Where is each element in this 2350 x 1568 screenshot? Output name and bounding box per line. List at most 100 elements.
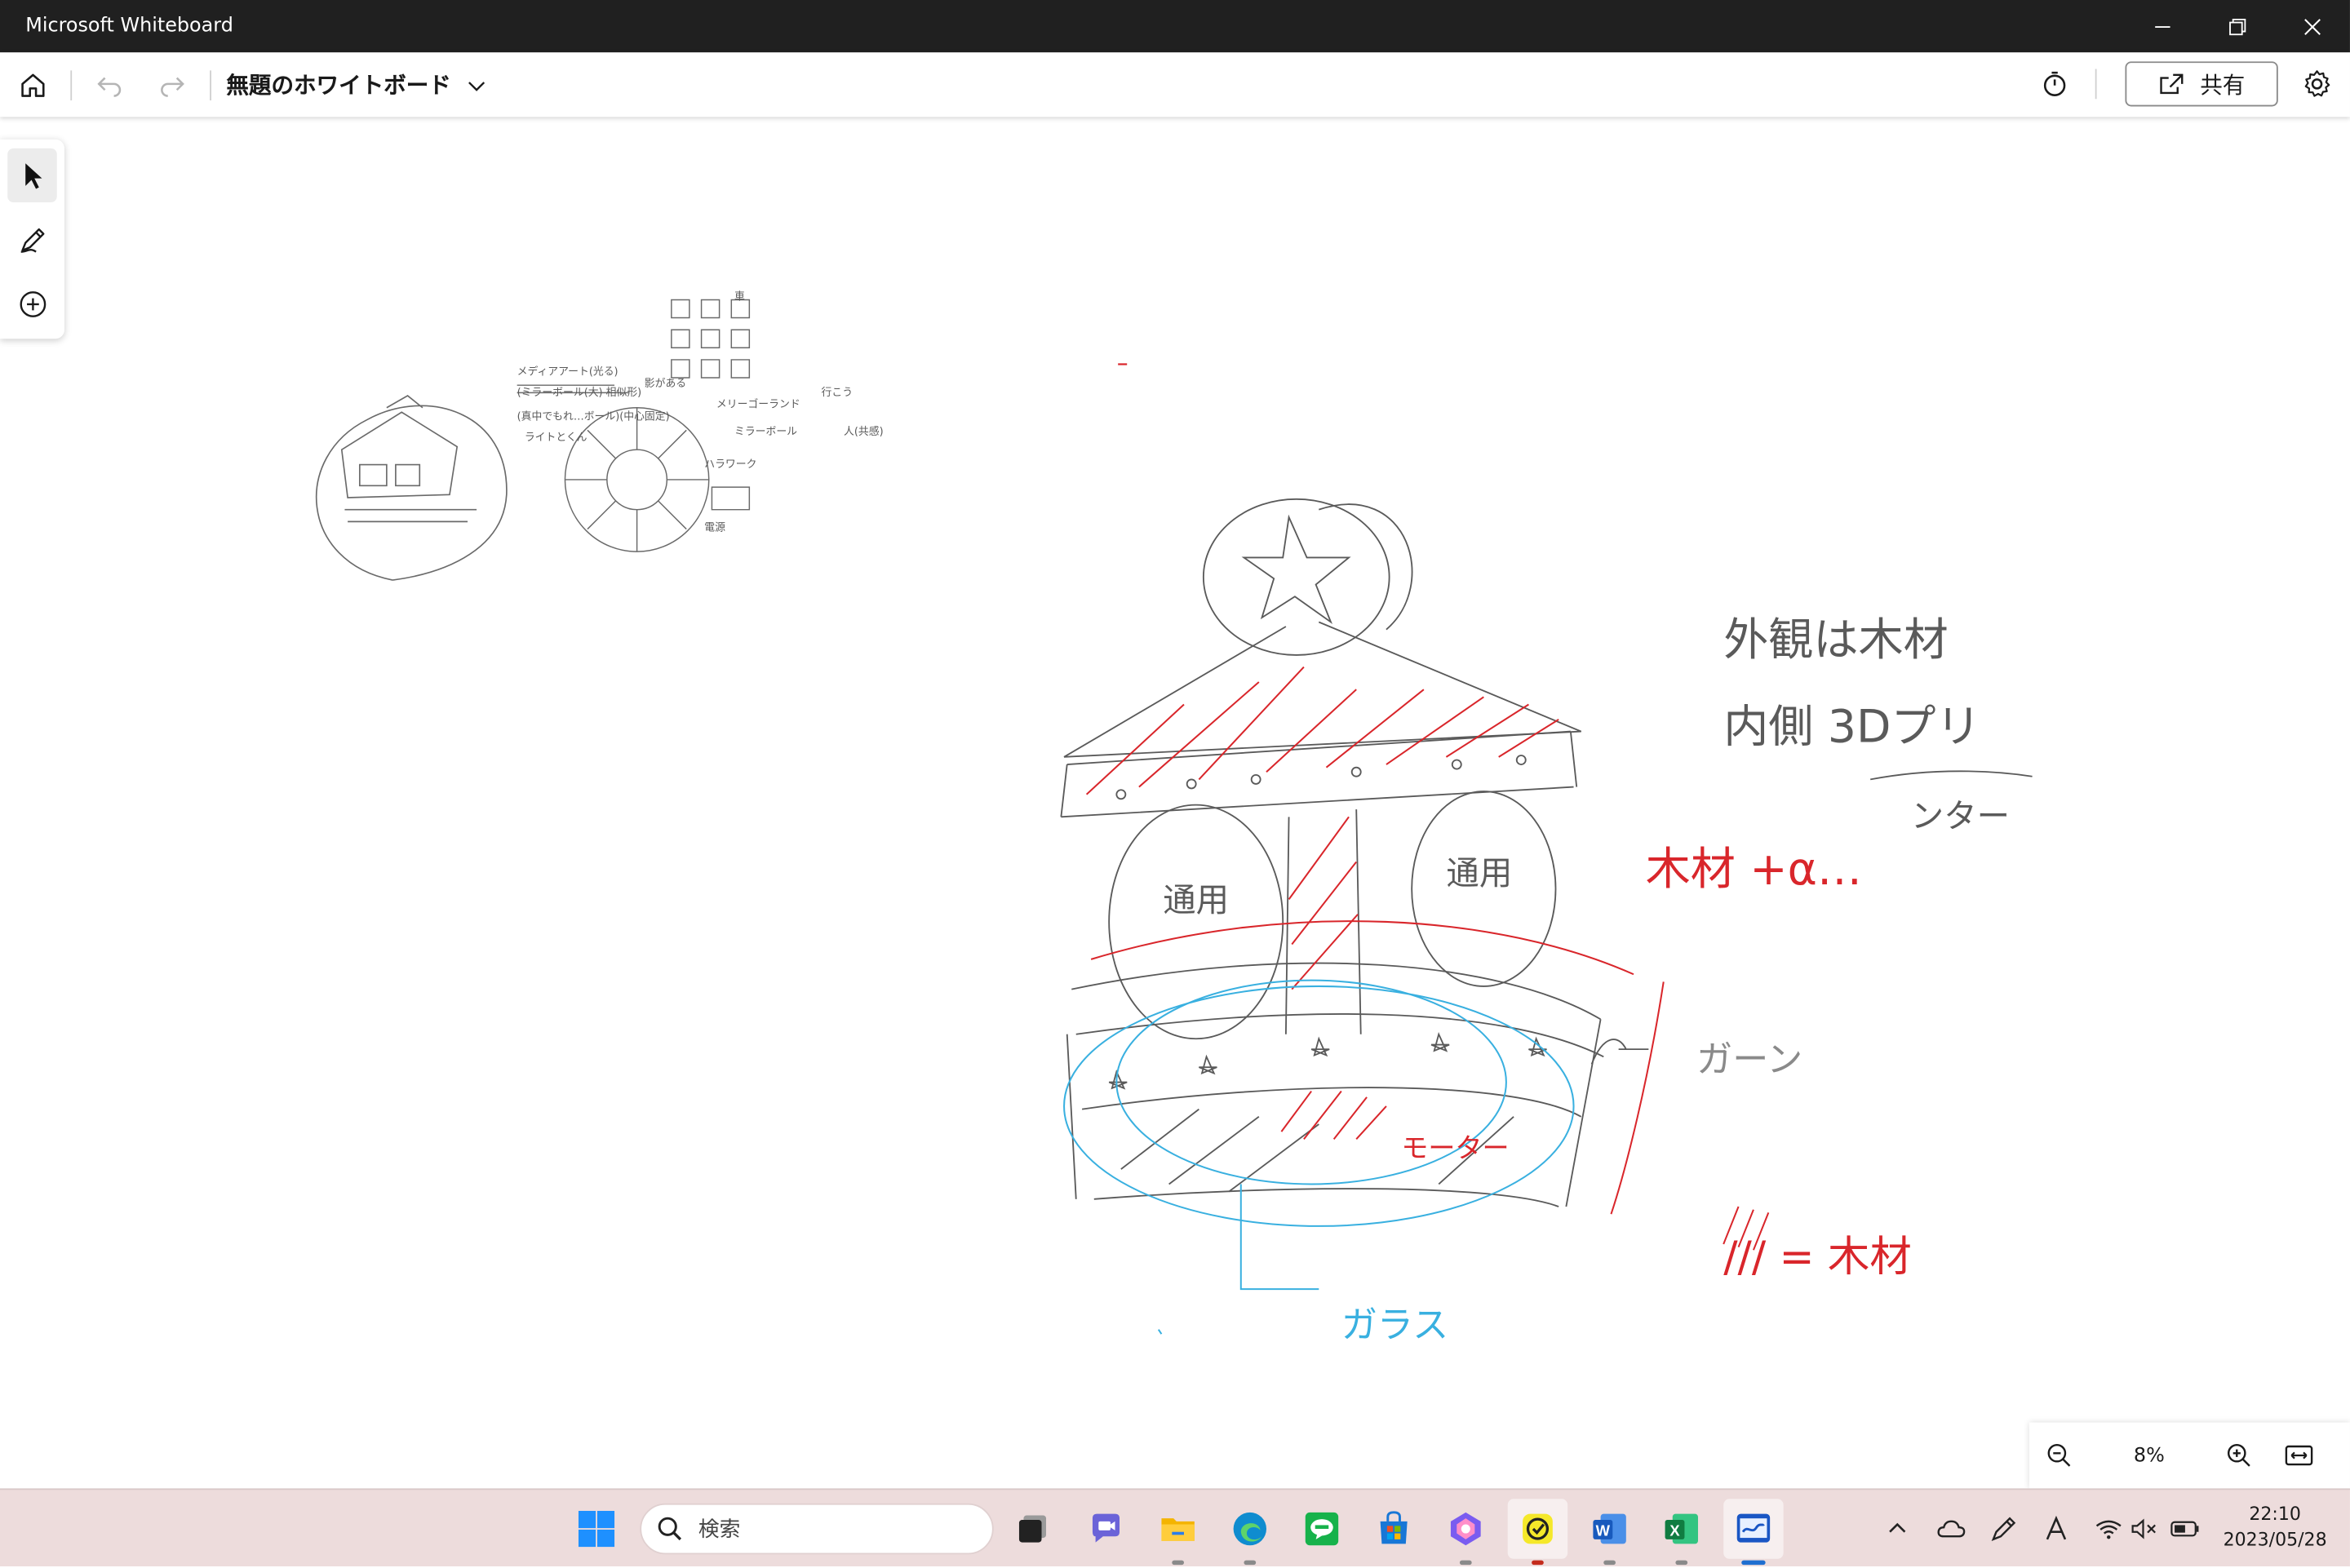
note-power: 電源 (704, 521, 725, 534)
select-tool-button[interactable] (7, 148, 57, 203)
gear-note: ガーン (1696, 1039, 1802, 1081)
running-indicator (1244, 1560, 1257, 1566)
restore-button[interactable] (2200, 0, 2275, 52)
window-title: Microsoft Whiteboard (25, 15, 233, 38)
gear-icon (2304, 70, 2330, 97)
zoom-in-icon (2227, 1443, 2250, 1467)
note-mirror-ball2: ミラーボール (734, 426, 797, 438)
minimize-button[interactable] (2125, 0, 2200, 52)
microsoft-store-button[interactable] (1363, 1499, 1423, 1558)
app-bar: 無題のホワイトボード 共有 (0, 52, 2350, 117)
plus-circle-icon (19, 291, 46, 317)
clock-date: 2023/05/28 (2223, 1529, 2327, 1550)
running-indicator (1459, 1560, 1472, 1566)
minimize-icon (2155, 25, 2170, 28)
drawing-layer: メディアアート(光る) (ミラーボール(大) 相似形) (真中でもれ…ボール)(… (316, 290, 2033, 1346)
undo-button[interactable] (87, 62, 132, 107)
pen-menu-button[interactable] (1984, 1490, 2024, 1568)
plate-right: 通用 (1446, 853, 1512, 893)
sketch-carousel (1060, 498, 1649, 1207)
note-light: ライトとくん (525, 432, 588, 444)
redo-icon (161, 76, 184, 96)
start-button[interactable] (566, 1499, 626, 1558)
note-car: 車 (734, 290, 745, 303)
share-label: 共有 (2200, 71, 2246, 99)
sketch-small-notes: メディアアート(光る) (ミラーボール(大) 相似形) (真中でもれ…ボール)(… (517, 290, 884, 534)
board-title-dropdown[interactable] (454, 62, 499, 107)
ime-a-icon (2046, 1515, 2067, 1540)
wifi-button[interactable] (2092, 1490, 2125, 1568)
divider (2095, 69, 2097, 100)
battery-icon (2170, 1521, 2199, 1537)
tool-palette (0, 139, 64, 339)
note-mirror-ball: (ミラーボール(大) 相似形) (517, 387, 642, 399)
note-rotate: (真中でもれ…ボール)(中心固定) (517, 410, 670, 423)
store-icon (1380, 1511, 1408, 1544)
sticky-todo-button[interactable] (1507, 1499, 1568, 1566)
excel-button[interactable]: X (1652, 1499, 1711, 1566)
redo-button[interactable] (150, 62, 195, 107)
board-title[interactable]: 無題のホワイトボード (226, 69, 451, 101)
taskbar-clock[interactable]: 22:10 2023/05/28 (2209, 1502, 2341, 1552)
volume-muted-icon (2131, 1518, 2156, 1539)
undo-icon (97, 76, 122, 96)
motor-note: モーター (1401, 1132, 1509, 1163)
word-button[interactable]: W (1580, 1499, 1639, 1566)
whiteboard-button[interactable] (1723, 1499, 1784, 1566)
divider (210, 69, 211, 100)
note-media-art: メディアアート(光る) (517, 365, 619, 378)
battery-button[interactable] (2167, 1490, 2203, 1568)
chevron-down-icon (468, 81, 486, 91)
timer-button[interactable] (2033, 61, 2077, 106)
running-indicator (1741, 1560, 1766, 1566)
svg-text:W: W (1596, 1521, 1611, 1539)
show-hidden-icons-button[interactable] (1881, 1490, 1913, 1568)
edge-button[interactable] (1220, 1499, 1279, 1566)
zoom-in-button[interactable] (2209, 1425, 2268, 1485)
note-lets-go: 行こう (822, 387, 854, 399)
teams-chat-icon (1092, 1513, 1120, 1543)
copilot-icon (1450, 1512, 1481, 1546)
pen-tool-button[interactable] (7, 213, 57, 267)
volume-button[interactable] (2128, 1490, 2161, 1568)
wifi-icon (2095, 1520, 2122, 1539)
whiteboard-canvas[interactable]: メディアアート(光る) (ミラーボール(大) 相似形) (真中でもれ…ボール)(… (0, 117, 2350, 1488)
todo-icon (1523, 1513, 1553, 1544)
onedrive-button[interactable] (1932, 1490, 1971, 1568)
excel-icon: X (1665, 1513, 1698, 1544)
svg-text:X: X (1669, 1521, 1680, 1539)
taskbar: 検索 W X 22:10 2023/05/28 (0, 1488, 2350, 1566)
word-icon: W (1593, 1513, 1626, 1544)
zoom-level: 8% (2133, 1444, 2165, 1467)
teams-chat-button[interactable] (1076, 1499, 1136, 1558)
share-button[interactable]: 共有 (2125, 61, 2278, 107)
line-button[interactable] (1292, 1499, 1351, 1558)
note-person: 人(共感) (844, 425, 884, 438)
running-indicator (1532, 1560, 1544, 1566)
settings-button[interactable] (2295, 61, 2339, 106)
close-button[interactable] (2275, 0, 2350, 52)
close-icon (2304, 18, 2321, 35)
running-indicator (1675, 1560, 1688, 1566)
window-controls (2125, 0, 2350, 52)
taskbar-search[interactable]: 検索 (640, 1503, 994, 1555)
add-tool-button[interactable] (7, 277, 57, 331)
plate-left: 通用 (1163, 880, 1229, 919)
edge-icon (1233, 1512, 1267, 1546)
copilot-button[interactable] (1436, 1499, 1496, 1566)
pen-icon (1991, 1517, 2016, 1542)
zoom-control: 8% (2029, 1422, 2350, 1489)
cursor-icon (24, 163, 42, 189)
screen: Microsoft Whiteboard 無題のホワイトボード 共有 メディアア… (0, 0, 2350, 1566)
task-view-button[interactable] (1003, 1499, 1062, 1558)
search-icon (658, 1517, 682, 1541)
file-explorer-button[interactable] (1148, 1499, 1208, 1566)
glass-note: ガラス (1341, 1304, 1448, 1346)
title-bar: Microsoft Whiteboard (0, 0, 2350, 53)
underline-mark (1870, 770, 2033, 781)
zoom-out-button[interactable] (2029, 1425, 2089, 1485)
search-placeholder: 検索 (698, 1518, 741, 1543)
ime-button[interactable] (2038, 1490, 2074, 1568)
home-button[interactable] (11, 62, 55, 107)
fit-to-screen-button[interactable] (2269, 1425, 2329, 1485)
